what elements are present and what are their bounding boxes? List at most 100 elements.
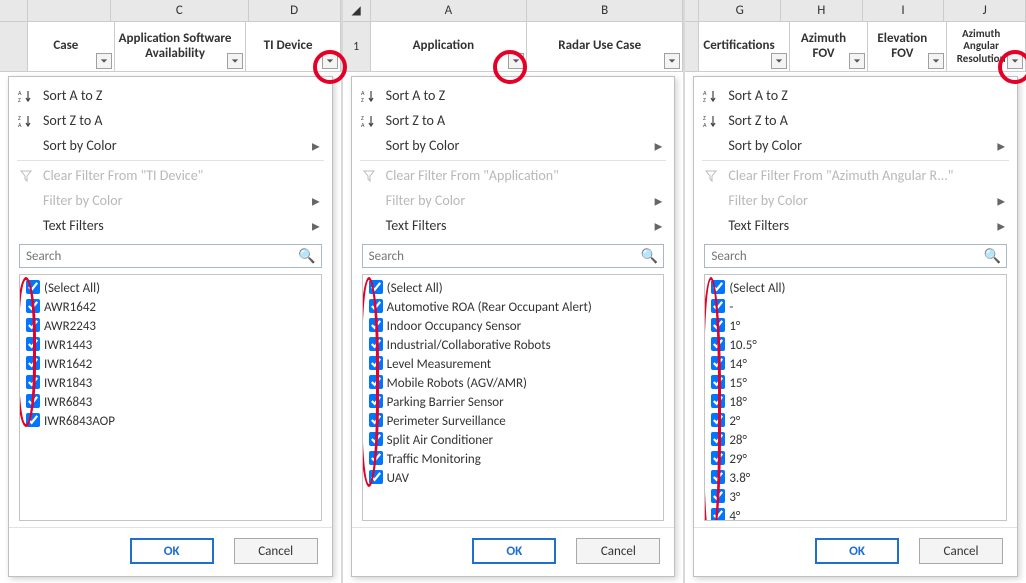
ok-button[interactable]: OK xyxy=(815,538,899,564)
checkbox[interactable] xyxy=(369,470,383,484)
checkbox[interactable] xyxy=(711,280,725,294)
checkbox[interactable] xyxy=(369,432,383,446)
checkbox[interactable] xyxy=(369,299,383,313)
col-letter-a[interactable]: A xyxy=(371,0,527,21)
list-item[interactable]: Split Air Conditioner xyxy=(367,431,660,450)
list-item[interactable]: 1° xyxy=(709,317,1002,336)
list-item[interactable]: UAV xyxy=(367,469,660,488)
list-item[interactable]: 3° xyxy=(709,488,1002,507)
list-item[interactable]: 15° xyxy=(709,374,1002,393)
filter-button-tidevice[interactable] xyxy=(322,53,338,69)
col-letter-g[interactable]: G xyxy=(699,0,781,21)
cancel-button[interactable]: Cancel xyxy=(234,538,318,564)
list-item[interactable]: 2° xyxy=(709,412,1002,431)
rowhead-blank[interactable] xyxy=(685,22,699,71)
list-item[interactable]: IWR1443 xyxy=(24,336,317,355)
rowhead-blank[interactable] xyxy=(0,22,28,71)
checkbox[interactable] xyxy=(26,318,40,332)
filter-button-elfov[interactable] xyxy=(928,53,944,69)
list-item[interactable]: Industrial/Collaborative Robots xyxy=(367,336,660,355)
filter-button-case[interactable] xyxy=(96,53,112,69)
col-letter-b[interactable] xyxy=(28,0,111,21)
filter-button-radar[interactable] xyxy=(664,53,680,69)
list-item[interactable]: 3.8° xyxy=(709,469,1002,488)
col-letter-i[interactable]: I xyxy=(863,0,945,21)
checkbox[interactable] xyxy=(711,508,725,521)
checkbox[interactable] xyxy=(26,356,40,370)
sort-az[interactable]: AZ Sort A to Z xyxy=(694,83,1017,108)
text-filters[interactable]: Text Filters ▶ xyxy=(694,213,1017,238)
checkbox[interactable] xyxy=(369,451,383,465)
col-letter-d[interactable]: D xyxy=(249,0,341,21)
list-item[interactable]: - xyxy=(709,298,1002,317)
checkbox[interactable] xyxy=(711,451,725,465)
search-input[interactable] xyxy=(19,244,322,268)
list-item[interactable]: IWR6843 xyxy=(24,393,317,412)
list-item[interactable]: Traffic Monitoring xyxy=(367,450,660,469)
list-item[interactable]: IWR1642 xyxy=(24,355,317,374)
sort-by-color[interactable]: Sort by Color ▶ xyxy=(352,133,675,158)
col-letter-h[interactable]: H xyxy=(781,0,863,21)
cancel-button[interactable]: Cancel xyxy=(576,538,660,564)
corner-cell[interactable] xyxy=(685,0,699,21)
sort-za[interactable]: ZA Sort Z to A xyxy=(9,108,332,133)
list-item[interactable]: Indoor Occupancy Sensor xyxy=(367,317,660,336)
checkbox[interactable] xyxy=(26,375,40,389)
list-item[interactable]: Perimeter Surveillance xyxy=(367,412,660,431)
checkbox[interactable] xyxy=(369,280,383,294)
checkbox[interactable] xyxy=(711,413,725,427)
sort-za[interactable]: ZA Sort Z to A xyxy=(352,108,675,133)
checkbox[interactable] xyxy=(711,394,725,408)
checkbox[interactable] xyxy=(711,375,725,389)
checkbox[interactable] xyxy=(369,394,383,408)
rowhead-1[interactable]: 1 xyxy=(343,22,371,71)
text-filters[interactable]: Text Filters ▶ xyxy=(352,213,675,238)
checkbox[interactable] xyxy=(369,356,383,370)
checkbox[interactable] xyxy=(26,280,40,294)
list-item[interactable]: Level Measurement xyxy=(367,355,660,374)
list-item[interactable]: 4° xyxy=(709,507,1002,521)
col-letter-c[interactable]: C xyxy=(111,0,249,21)
col-letter-j[interactable]: J xyxy=(944,0,1026,21)
corner-cell[interactable]: ◢ xyxy=(343,0,371,21)
filter-button-azres[interactable] xyxy=(1007,53,1023,69)
checkbox[interactable] xyxy=(26,413,40,427)
list-item[interactable]: AWR1642 xyxy=(24,298,317,317)
checkbox[interactable] xyxy=(369,413,383,427)
list-item[interactable]: Mobile Robots (AGV/AMR) xyxy=(367,374,660,393)
checkbox[interactable] xyxy=(369,318,383,332)
sort-by-color[interactable]: Sort by Color ▶ xyxy=(694,133,1017,158)
sort-az[interactable]: AZ Sort A to Z xyxy=(352,83,675,108)
filter-button-azfov[interactable] xyxy=(849,53,865,69)
text-filters[interactable]: Text Filters ▶ xyxy=(9,213,332,238)
list-item[interactable]: 18° xyxy=(709,393,1002,412)
list-item[interactable]: 29° xyxy=(709,450,1002,469)
checkbox[interactable] xyxy=(369,337,383,351)
list-item[interactable]: Parking Barrier Sensor xyxy=(367,393,660,412)
checkbox[interactable] xyxy=(369,375,383,389)
filter-button-appsw[interactable] xyxy=(227,53,243,69)
checkbox[interactable] xyxy=(26,394,40,408)
sort-by-color[interactable]: Sort by Color ▶ xyxy=(9,133,332,158)
filter-values-list[interactable]: (Select All) -1°10.5°14°15°18°2°28°29°3.… xyxy=(704,274,1007,521)
sort-az[interactable]: AZ Sort A to Z xyxy=(9,83,332,108)
filter-button-application[interactable] xyxy=(508,53,524,69)
checkbox[interactable] xyxy=(711,299,725,313)
checkbox[interactable] xyxy=(711,318,725,332)
ok-button[interactable]: OK xyxy=(472,538,556,564)
ok-button[interactable]: OK xyxy=(130,538,214,564)
filter-values-list[interactable]: (Select All) AWR1642AWR2243IWR1443IWR164… xyxy=(19,274,322,521)
corner-cell[interactable] xyxy=(0,0,28,21)
list-item[interactable]: IWR1843 xyxy=(24,374,317,393)
checkbox[interactable] xyxy=(26,337,40,351)
list-item[interactable]: 14° xyxy=(709,355,1002,374)
filter-button-cert[interactable] xyxy=(771,53,787,69)
search-input[interactable] xyxy=(704,244,1007,268)
checkbox[interactable] xyxy=(711,432,725,446)
checkbox[interactable] xyxy=(711,489,725,503)
checkbox[interactable] xyxy=(711,356,725,370)
col-letter-b[interactable]: B xyxy=(527,0,683,21)
list-item[interactable]: 10.5° xyxy=(709,336,1002,355)
sort-za[interactable]: ZA Sort Z to A xyxy=(694,108,1017,133)
list-item[interactable]: AWR2243 xyxy=(24,317,317,336)
